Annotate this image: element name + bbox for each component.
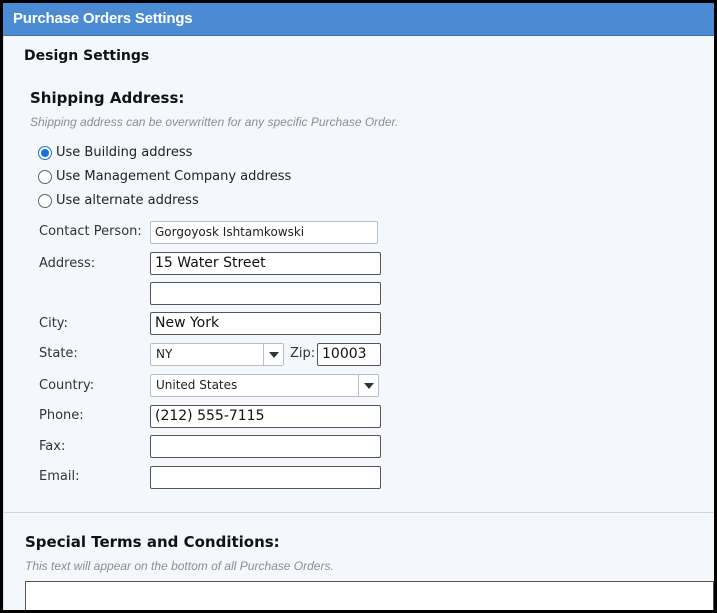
shipping-heading: Shipping Address: — [30, 89, 185, 107]
city-field[interactable]: New York — [150, 312, 381, 335]
radio-button[interactable] — [38, 169, 52, 184]
city-label: City: — [39, 316, 68, 331]
contact-person-label: Contact Person: — [39, 224, 142, 239]
state-value: NY — [156, 347, 173, 361]
fax-label: Fax: — [39, 439, 66, 454]
shipping-hint: Shipping address can be overwritten for … — [30, 115, 399, 129]
zip-field[interactable]: 10003 — [317, 343, 381, 366]
fax-field[interactable] — [150, 435, 381, 458]
country-select[interactable]: United States — [150, 374, 379, 397]
window-title: Purchase Orders Settings — [13, 10, 193, 27]
radio-label: Use alternate address — [56, 193, 199, 208]
address-line1-field[interactable]: 15 Water Street — [150, 252, 381, 275]
state-select[interactable]: NY — [150, 343, 284, 366]
chevron-down-icon[interactable] — [263, 344, 283, 365]
state-label: State: — [39, 346, 78, 361]
radio-label: Use Management Company address — [56, 169, 292, 184]
radio-alternate-address[interactable]: Use alternate address — [38, 193, 199, 208]
radio-label: Use Building address — [56, 145, 193, 160]
email-label: Email: — [39, 469, 80, 484]
contact-person-field[interactable]: Gorgoyosk Ishtamkowski — [150, 221, 378, 244]
phone-label: Phone: — [39, 408, 84, 423]
terms-hint: This text will appear on the bottom of a… — [25, 559, 334, 573]
chevron-down-icon[interactable] — [358, 375, 378, 396]
address-label: Address: — [39, 256, 96, 271]
phone-field[interactable]: (212) 555-7115 — [150, 405, 381, 428]
title-bar: Purchase Orders Settings — [3, 3, 714, 36]
terms-heading: Special Terms and Conditions: — [25, 533, 280, 551]
country-label: Country: — [39, 378, 95, 393]
radio-management-address[interactable]: Use Management Company address — [38, 169, 291, 184]
radio-button[interactable] — [38, 145, 52, 160]
terms-textarea[interactable] — [25, 581, 714, 610]
radio-building-address[interactable]: Use Building address — [38, 145, 192, 160]
country-value: United States — [156, 378, 238, 392]
zip-label: Zip: — [290, 346, 316, 361]
address-line2-field[interactable] — [150, 282, 381, 305]
settings-window: Purchase Orders Settings Design Settings… — [3, 3, 714, 610]
email-field[interactable] — [150, 466, 381, 489]
section-title: Design Settings — [24, 48, 150, 64]
radio-button[interactable] — [38, 193, 52, 208]
section-divider — [3, 512, 714, 513]
